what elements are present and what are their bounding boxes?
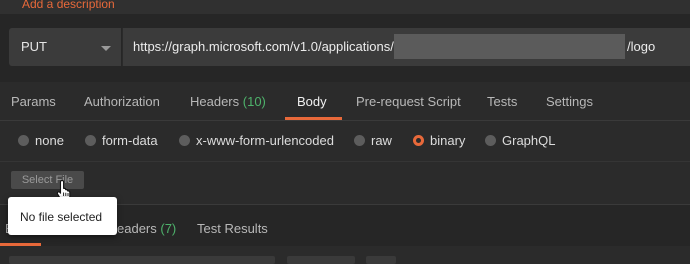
body-option-label: binary xyxy=(430,133,466,148)
tab-headers-count: (10) xyxy=(242,94,266,109)
url-prefix: https://graph.microsoft.com/v1.0/applica… xyxy=(133,39,394,54)
radio-graphql[interactable] xyxy=(485,135,496,146)
request-tabs: Params Authorization Headers (10) Body P… xyxy=(0,82,690,121)
tooltip-text: No file selected xyxy=(20,210,103,224)
tab-pre-request-script[interactable]: Pre-request Script xyxy=(356,94,461,109)
tab-headers[interactable]: Headers (10) xyxy=(190,94,266,109)
add-description-link[interactable]: Add a description xyxy=(22,0,115,11)
body-option-label: raw xyxy=(371,133,392,148)
tab-settings[interactable]: Settings xyxy=(546,94,593,109)
tab-tests[interactable]: Tests xyxy=(487,94,517,109)
response-tab-headers-label: eaders xyxy=(117,221,157,236)
radio-x-www-form-urlencoded[interactable] xyxy=(179,135,190,146)
description-bar: Add a description xyxy=(0,0,690,14)
body-option-label: GraphQL xyxy=(502,133,556,148)
body-option-label: none xyxy=(35,133,64,148)
response-toolbar xyxy=(0,246,690,264)
tab-headers-label: Headers xyxy=(190,94,240,109)
response-toolbar-control[interactable] xyxy=(9,256,275,264)
response-tab-test-results[interactable]: Test Results xyxy=(197,221,268,236)
file-tooltip: No file selected xyxy=(8,197,117,235)
body-type-options: none form-data x-www-form-urlencoded raw… xyxy=(0,121,690,161)
response-tab-headers[interactable]: eaders (7) xyxy=(117,221,176,236)
url-suffix: /logo xyxy=(627,39,656,54)
body-option-label: x-www-form-urlencoded xyxy=(196,133,334,148)
method-label: PUT xyxy=(21,39,47,54)
url-input[interactable]: https://graph.microsoft.com/v1.0/applica… xyxy=(122,28,690,66)
body-option-label: form-data xyxy=(102,133,158,148)
response-toolbar-control[interactable] xyxy=(366,256,396,264)
tab-params[interactable]: Params xyxy=(11,94,56,109)
radio-raw[interactable] xyxy=(354,135,365,146)
radio-binary[interactable] xyxy=(413,135,424,146)
chevron-down-icon xyxy=(101,46,111,51)
radio-none[interactable] xyxy=(18,135,29,146)
active-tab-indicator xyxy=(285,117,342,120)
request-bar: PUT https://graph.microsoft.com/v1.0/app… xyxy=(0,14,690,82)
response-tab-headers-count: (7) xyxy=(160,221,177,236)
tab-authorization[interactable]: Authorization xyxy=(84,94,160,109)
url-redacted-segment xyxy=(394,34,625,59)
method-select[interactable]: PUT xyxy=(9,28,121,66)
radio-form-data[interactable] xyxy=(85,135,96,146)
response-toolbar-control[interactable] xyxy=(287,256,355,264)
tab-body[interactable]: Body xyxy=(297,94,327,109)
